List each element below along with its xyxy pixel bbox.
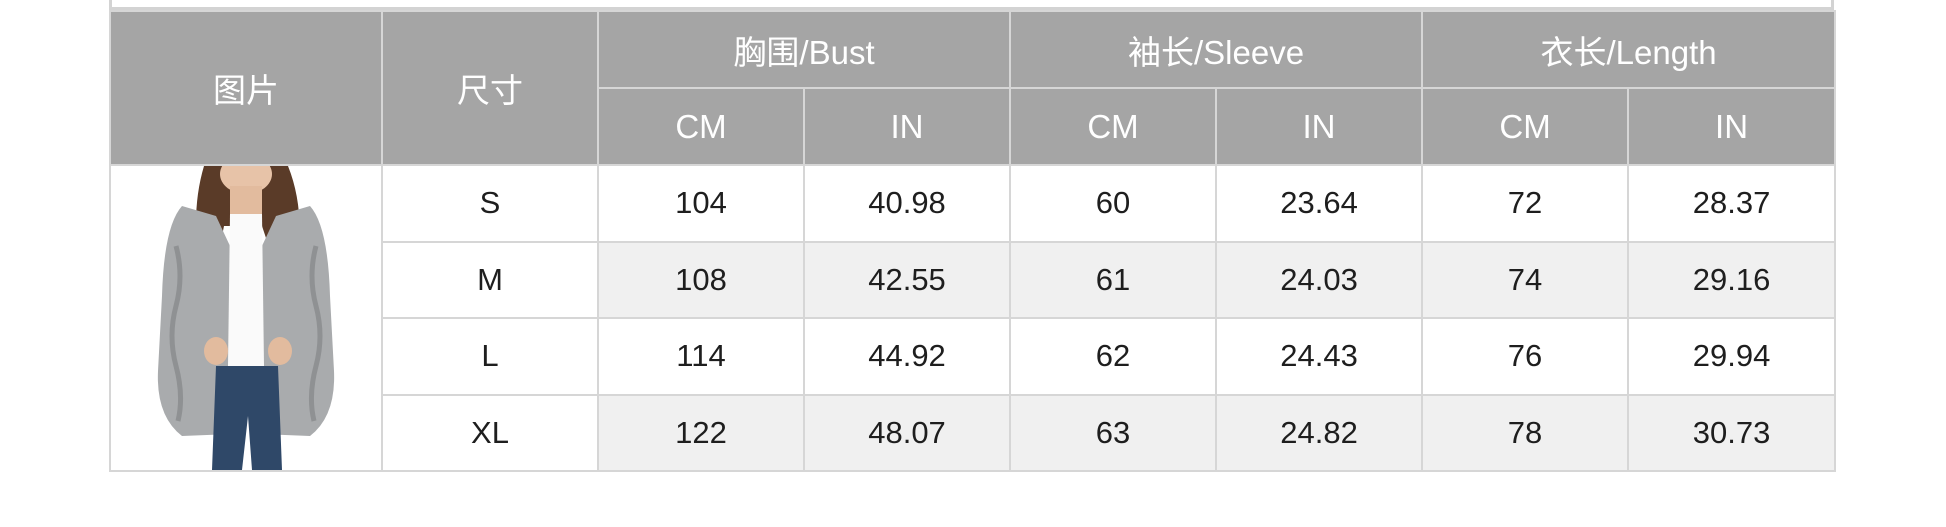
value-cell: 60	[1009, 164, 1218, 243]
unit-header: CM	[1421, 87, 1630, 166]
unit-header: IN	[802, 87, 1012, 166]
value-cell: 23.64	[1215, 164, 1424, 243]
value-cell: 29.16	[1627, 240, 1837, 319]
value-cell: 72	[1421, 164, 1630, 243]
value-cell: 42.55	[802, 240, 1012, 319]
unit-header: CM	[1009, 87, 1218, 166]
value-cell: 62	[1009, 317, 1218, 396]
size-header: 尺寸	[381, 10, 599, 166]
size-cell: L	[381, 317, 599, 396]
value-cell: 24.82	[1215, 393, 1424, 472]
picture-header: 图片	[109, 10, 383, 166]
sleeve-header: 袖长/Sleeve	[1009, 10, 1424, 89]
value-cell: 122	[597, 393, 805, 472]
size-table: 图片 尺寸 胸围/Bust 袖长/Sleeve 衣长/Length CM IN …	[109, 10, 1837, 472]
unit-header: CM	[597, 87, 805, 166]
value-cell: 24.03	[1215, 240, 1424, 319]
bust-header: 胸围/Bust	[596, 10, 1012, 89]
product-photo	[109, 164, 383, 472]
value-cell: 28.37	[1627, 164, 1837, 243]
table-row: S 104 40.98 60 23.64 72 28.37	[109, 164, 1837, 472]
value-cell: 29.94	[1627, 317, 1837, 396]
unit-header: IN	[1627, 87, 1837, 166]
size-cell: S	[381, 164, 599, 243]
table-top-border	[109, 0, 1834, 10]
value-cell: 108	[597, 240, 805, 319]
value-cell: 78	[1421, 393, 1630, 472]
value-cell: 24.43	[1215, 317, 1424, 396]
length-header: 衣长/Length	[1421, 10, 1837, 89]
value-cell: 44.92	[802, 317, 1012, 396]
value-cell: 63	[1009, 393, 1218, 472]
header-row-1: 图片 尺寸 胸围/Bust 袖长/Sleeve 衣长/Length	[109, 10, 1837, 166]
size-chart: 图片 尺寸 胸围/Bust 袖长/Sleeve 衣长/Length CM IN …	[109, 0, 1837, 472]
model-wearing-gray-cardigan-icon	[112, 166, 380, 470]
value-cell: 48.07	[802, 393, 1012, 472]
value-cell: 74	[1421, 240, 1630, 319]
unit-header: IN	[1215, 87, 1424, 166]
value-cell: 76	[1421, 317, 1630, 396]
value-cell: 61	[1009, 240, 1218, 319]
size-cell: M	[381, 240, 599, 319]
value-cell: 40.98	[802, 164, 1012, 243]
value-cell: 104	[597, 164, 805, 243]
value-cell: 30.73	[1627, 393, 1837, 472]
value-cell: 114	[597, 317, 805, 396]
size-cell: XL	[381, 393, 599, 472]
